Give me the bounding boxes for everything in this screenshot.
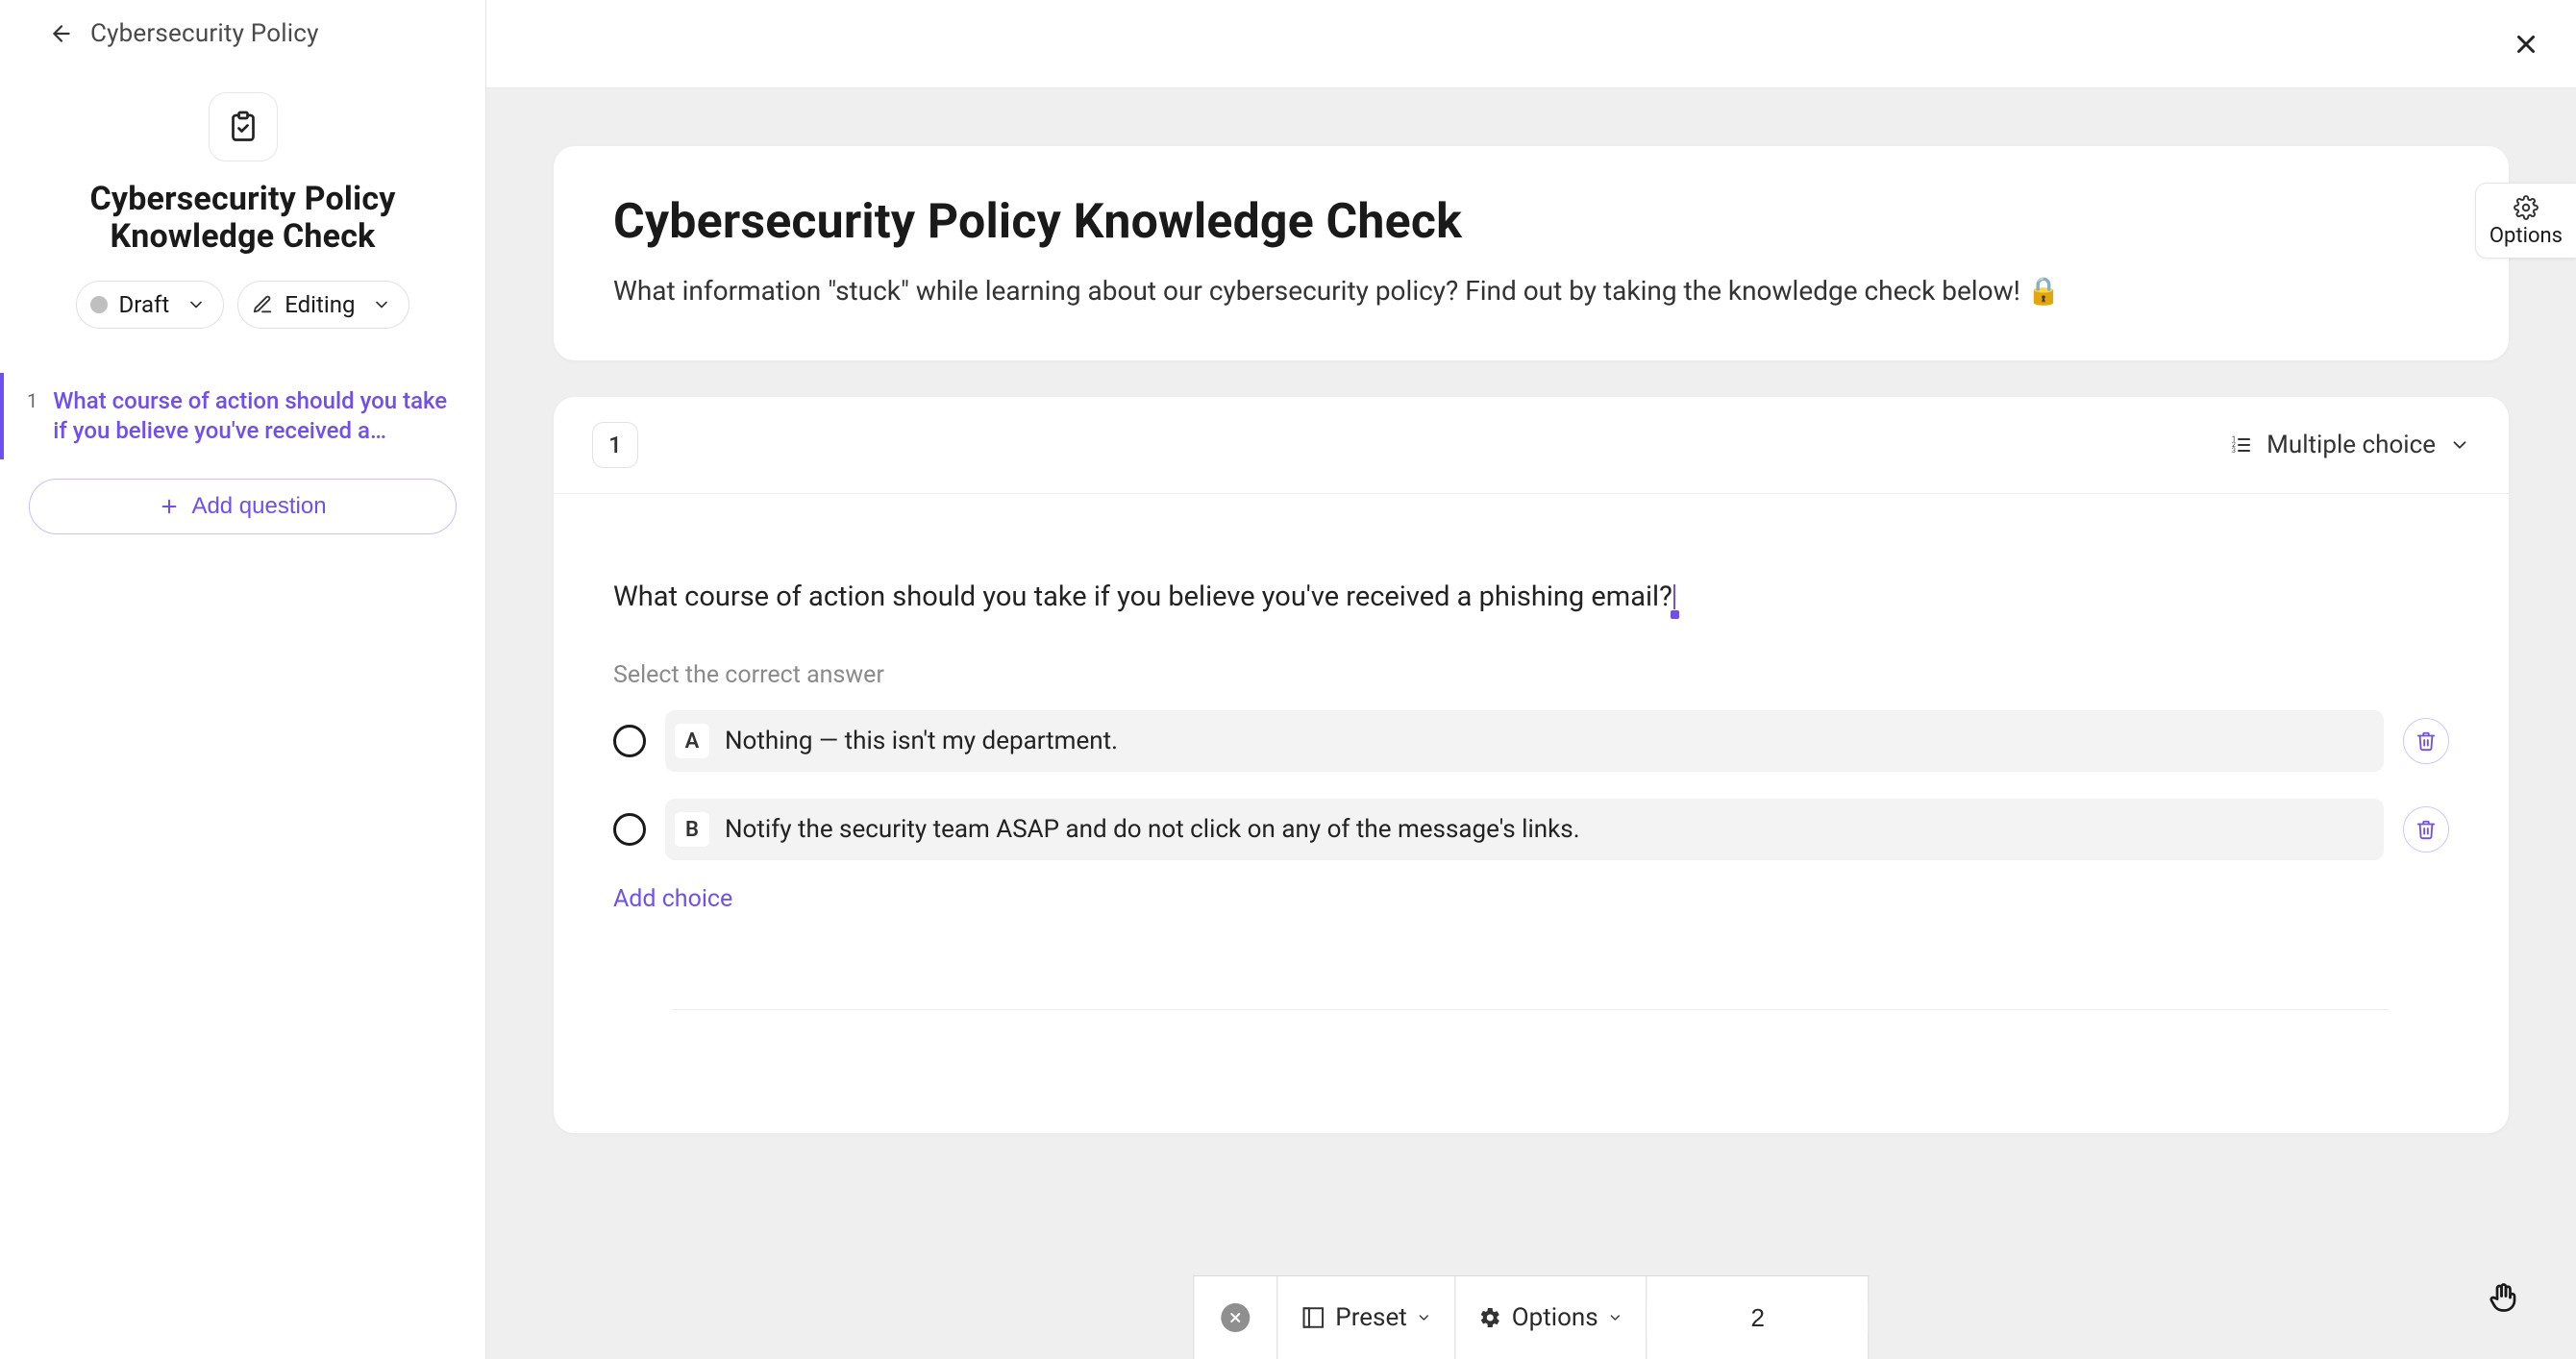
status-pill-row: Draft Editing	[76, 281, 410, 329]
status-label: Draft	[119, 291, 170, 318]
list-numbered-icon: 1 2 3	[2230, 433, 2253, 457]
choice-correct-radio[interactable]	[613, 725, 646, 757]
plus-icon	[159, 496, 180, 517]
breadcrumb[interactable]: Cybersecurity Policy	[90, 19, 319, 48]
question-card-head: 1 1 2 3 Multiple choice	[554, 397, 2509, 493]
question-card: 1 1 2 3 Multiple choice What	[554, 397, 2509, 1133]
chevron-down-icon	[2449, 434, 2470, 456]
sidebar: Cybersecurity Policy Cybersecurity Polic…	[0, 0, 486, 1359]
mode-label: Editing	[285, 291, 355, 318]
choice-text: Nothing — this isn't my department.	[725, 727, 1118, 755]
question-list-item[interactable]: 1 What course of action should you take …	[0, 373, 485, 458]
clipboard-check-icon	[209, 92, 278, 161]
close-icon	[2512, 30, 2540, 59]
question-type-label: Multiple choice	[2266, 431, 2436, 459]
frame-icon	[1300, 1305, 1325, 1330]
gear-solid-icon	[1479, 1306, 1502, 1329]
toolbar-page-input[interactable]	[1647, 1303, 1869, 1333]
sidebar-meta: Cybersecurity Policy Knowledge Check Dra…	[0, 63, 485, 358]
question-item-text: What course of action should you take if…	[53, 386, 458, 445]
choice-row: A Nothing — this isn't my department.	[613, 710, 2449, 772]
question-type-selector[interactable]: 1 2 3 Multiple choice	[2230, 431, 2470, 459]
choice-letter: B	[675, 812, 709, 847]
sidebar-header: Cybersecurity Policy	[0, 0, 485, 63]
close-button[interactable]	[2509, 27, 2543, 62]
toolbar-page-cell	[1647, 1276, 1869, 1359]
choice-input[interactable]: B Notify the security team ASAP and do n…	[665, 799, 2384, 860]
options-tab[interactable]: Options	[2475, 183, 2576, 259]
question-text: What course of action should you take if…	[613, 581, 1672, 613]
mode-dropdown[interactable]: Editing	[237, 281, 409, 329]
toolbar-preset-dropdown[interactable]: Preset	[1277, 1276, 1455, 1359]
choice-list: A Nothing — this isn't my department. B	[613, 710, 2449, 860]
main-topbar	[486, 0, 2576, 88]
select-answer-label: Select the correct answer	[613, 661, 2449, 689]
delete-choice-button[interactable]	[2403, 718, 2449, 764]
question-list: 1 What course of action should you take …	[0, 373, 485, 458]
hand-cursor-icon	[2486, 1280, 2520, 1319]
question-text-input[interactable]: What course of action should you take if…	[613, 581, 2449, 613]
chevron-down-icon	[1608, 1310, 1623, 1325]
canvas-scroll[interactable]: Cybersecurity Policy Knowledge Check Wha…	[486, 88, 2576, 1359]
choice-letter: A	[675, 724, 709, 758]
main-canvas: Cybersecurity Policy Knowledge Check Wha…	[486, 0, 2576, 1359]
divider	[673, 1009, 2390, 1010]
choice-text: Notify the security team ASAP and do not…	[725, 815, 1580, 844]
options-tab-label: Options	[2489, 224, 2563, 248]
choice-correct-radio[interactable]	[613, 813, 646, 846]
trash-icon	[2415, 730, 2437, 752]
bottom-toolbar: Preset Options	[1193, 1275, 1869, 1359]
choice-row: B Notify the security team ASAP and do n…	[613, 799, 2449, 860]
chevron-down-icon	[372, 295, 391, 314]
toolbar-options-dropdown[interactable]: Options	[1456, 1276, 1647, 1359]
chevron-down-icon	[186, 295, 206, 314]
pencil-icon	[252, 294, 273, 315]
back-arrow-icon[interactable]	[48, 20, 75, 47]
gear-icon	[2514, 195, 2539, 220]
toolbar-options-label: Options	[1512, 1303, 1598, 1332]
chevron-down-icon	[1417, 1310, 1432, 1325]
choice-input[interactable]: A Nothing — this isn't my department.	[665, 710, 2384, 772]
svg-text:3: 3	[2232, 447, 2236, 455]
status-dropdown[interactable]: Draft	[76, 281, 225, 329]
question-number-badge: 1	[592, 422, 638, 468]
add-question-button[interactable]: Add question	[29, 479, 457, 534]
toolbar-preset-label: Preset	[1335, 1303, 1406, 1332]
delete-choice-button[interactable]	[2403, 806, 2449, 852]
text-caret-icon	[1673, 584, 1675, 609]
intro-description[interactable]: What information "stuck" while learning …	[613, 275, 2449, 307]
question-item-number: 1	[27, 389, 37, 412]
quiz-title: Cybersecurity Policy Knowledge Check	[19, 181, 466, 256]
intro-card: Cybersecurity Policy Knowledge Check Wha…	[554, 146, 2509, 360]
trash-icon	[2415, 819, 2437, 840]
question-card-body: What course of action should you take if…	[554, 493, 2509, 1049]
toolbar-close-button[interactable]	[1194, 1276, 1277, 1359]
intro-title[interactable]: Cybersecurity Policy Knowledge Check	[613, 194, 2449, 250]
add-choice-button[interactable]: Add choice	[613, 885, 732, 913]
close-circle-icon	[1221, 1303, 1250, 1332]
status-dot-icon	[90, 296, 108, 313]
add-question-label: Add question	[191, 493, 326, 520]
